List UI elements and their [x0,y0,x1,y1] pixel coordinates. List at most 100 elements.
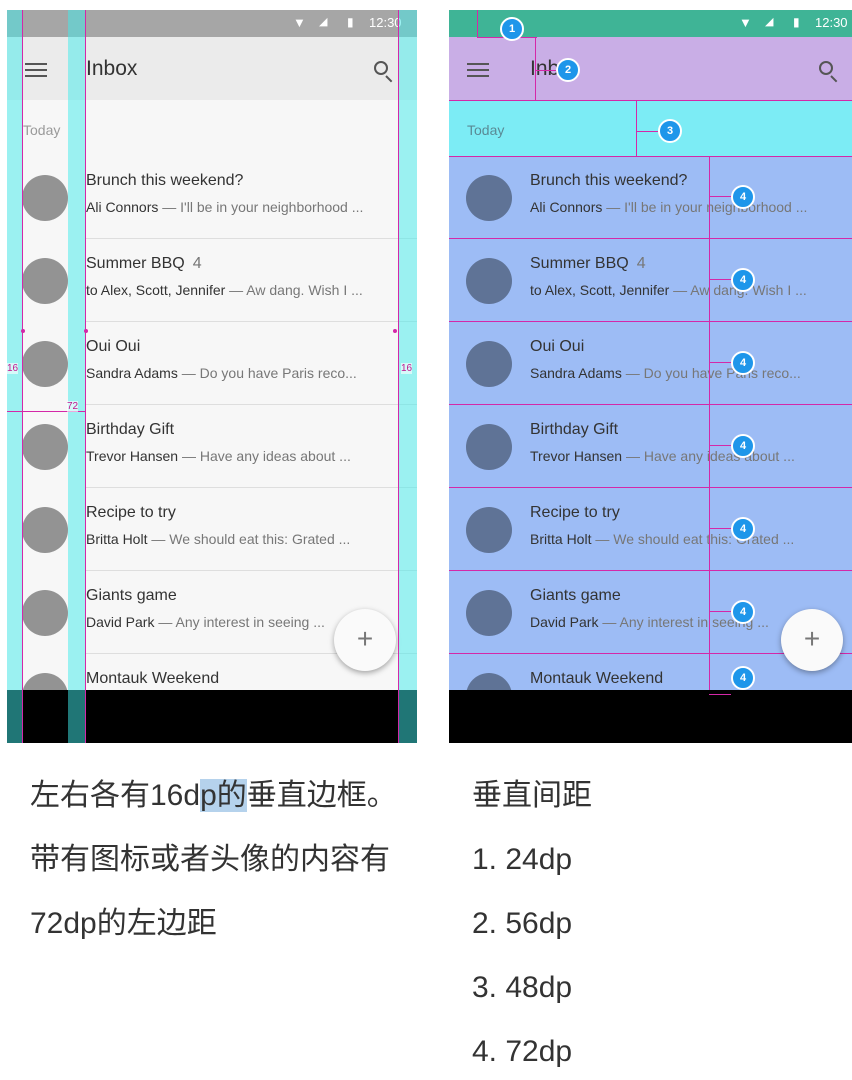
email-preview: Sandra Adams — Do you have Paris reco... [86,365,357,381]
email-snippet: — Have any ideas about ... [178,448,351,464]
email-subject: Birthday Gift [530,421,618,439]
email-snippet: — Any interest in seeing ... [154,614,325,630]
band-divider [449,100,852,101]
section-header-today: Today [467,122,505,138]
margin-dot [393,329,397,333]
spacing-badge-4: 4 [731,268,755,292]
email-subject: Giants game [86,587,177,605]
email-subject-text: Summer BBQ [530,255,629,272]
email-thread-count: 4 [636,255,646,272]
avatar [22,590,68,636]
email-subject-text: Brunch this weekend? [86,172,244,189]
email-row[interactable]: Summer BBQ 4 to Alex, Scott, Jennifer — Aw… [449,239,852,322]
spacing-item-3: 3. 48dp [472,971,573,1004]
caption-left-part1: 左右各有16d [30,779,201,812]
spacing-badge-4: 4 [731,600,755,624]
avatar [466,424,512,470]
email-preview: Britta Holt — We should eat this: Grated… [530,531,794,547]
spacing-item-4: 4. 72dp [472,1035,573,1068]
compose-fab-button[interactable]: + [781,609,843,671]
email-sender: to Alex, Scott, Jennifer [86,282,226,298]
avatar [22,175,68,221]
row-measure-line [709,156,710,690]
email-subject: Summer BBQ 4 [530,255,646,273]
signal-icon: ◢ [319,16,328,28]
email-sender: Britta Holt [530,531,592,547]
battery-icon: ▮ [793,15,800,29]
email-subject-text: Montauk Weekend [86,670,220,687]
app-bar: Inb x [449,37,852,100]
caption-right: 垂直间距 1. 24dp 2. 56dp 3. 48dp 4. 72dp [472,764,832,1080]
spacing-badge-3: 3 [658,119,682,143]
search-icon[interactable] [374,61,394,83]
section-header-today: Today [23,122,61,138]
email-sender: David Park [86,614,155,630]
email-subject-text: Summer BBQ [86,255,185,272]
avatar [466,175,512,221]
email-preview: Sandra Adams — Do you have Paris reco... [530,365,801,381]
email-snippet: — We should eat this: Grated ... [147,531,351,547]
email-snippet: — Aw dang. Wish I ... [225,282,363,298]
email-row[interactable]: Birthday Gift Trevor Hansen — Have any id… [449,405,852,488]
spacing-item-1: 1. 24dp [472,843,573,876]
email-subject: Oui Oui [530,338,584,356]
badge-connector [709,279,731,280]
email-sender: Trevor Hansen [530,448,623,464]
avatar [22,258,68,304]
email-subject-text: Brunch this weekend? [530,172,688,189]
email-preview: David Park — Any interest in seeing ... [86,614,325,630]
email-preview: Ali Connors — I'll be in your neighborho… [86,199,363,215]
avatar [466,258,512,304]
spacing-badge-4: 4 [731,666,755,690]
spacing-badge-2: 2 [556,58,580,82]
menu-icon[interactable] [25,63,47,77]
email-subject-text: Oui Oui [530,338,585,355]
email-row[interactable]: Brunch this weekend? Ali Connors — I'll b… [449,156,852,239]
left-margin-label: 16 [7,363,19,374]
badge-connector [709,611,731,612]
email-thread-count: 4 [192,255,202,272]
email-snippet: — We should eat this: Grated ... [591,531,795,547]
avatar [22,507,68,553]
email-row[interactable]: Recipe to try Britta Holt — We should eat… [449,488,852,571]
email-subject-text: Giants game [86,587,177,604]
email-sender: David Park [530,614,599,630]
email-sender: Ali Connors [86,199,159,215]
email-subject-text: Birthday Gift [530,421,619,438]
avatar [22,424,68,470]
email-sender: Ali Connors [530,199,603,215]
email-subject: Oui Oui [86,338,140,356]
navigation-bar [449,690,852,743]
appbar-measure-line [535,37,536,100]
email-subject-text: Oui Oui [86,338,141,355]
spacing-badge-4: 4 [731,185,755,209]
email-preview: to Alex, Scott, Jennifer — Aw dang. Wish… [86,282,363,298]
email-subject-text: Montauk Weekend [530,670,664,687]
left-margin-line [22,10,23,743]
email-row[interactable]: Oui Oui Sandra Adams — Do you have Paris … [449,322,852,405]
badge-connector [709,694,731,695]
email-subject: Giants game [530,587,621,605]
menu-icon[interactable] [467,63,489,77]
statusbar-measure-line [477,10,478,37]
spacing-badge-1: 1 [500,17,524,41]
email-subject-text: Giants game [530,587,621,604]
badge-connector [636,131,658,132]
email-sender: Trevor Hansen [86,448,179,464]
margin-dot [21,329,25,333]
compose-fab-button[interactable]: + [334,609,396,671]
avatar [466,341,512,387]
wifi-icon: ▼ [739,15,752,30]
email-snippet: — I'll be in your neighborhood ... [602,199,808,215]
caption-left-highlight: p的 [200,779,247,812]
right-margin-overlay [399,10,417,743]
badge-connector [709,445,731,446]
email-snippet: — Do you have Paris reco... [177,365,357,381]
search-icon[interactable] [819,61,839,83]
phone-left-keylines: ▼ ◢ ▮ 12:30 Inbox Today Brunch this week… [7,10,417,743]
email-subject: Brunch this weekend? [530,172,687,190]
email-snippet: — Do you have Paris reco... [621,365,801,381]
margin-dot [84,329,88,333]
spacing-badge-4: 4 [731,434,755,458]
email-subject: Recipe to try [530,504,620,522]
